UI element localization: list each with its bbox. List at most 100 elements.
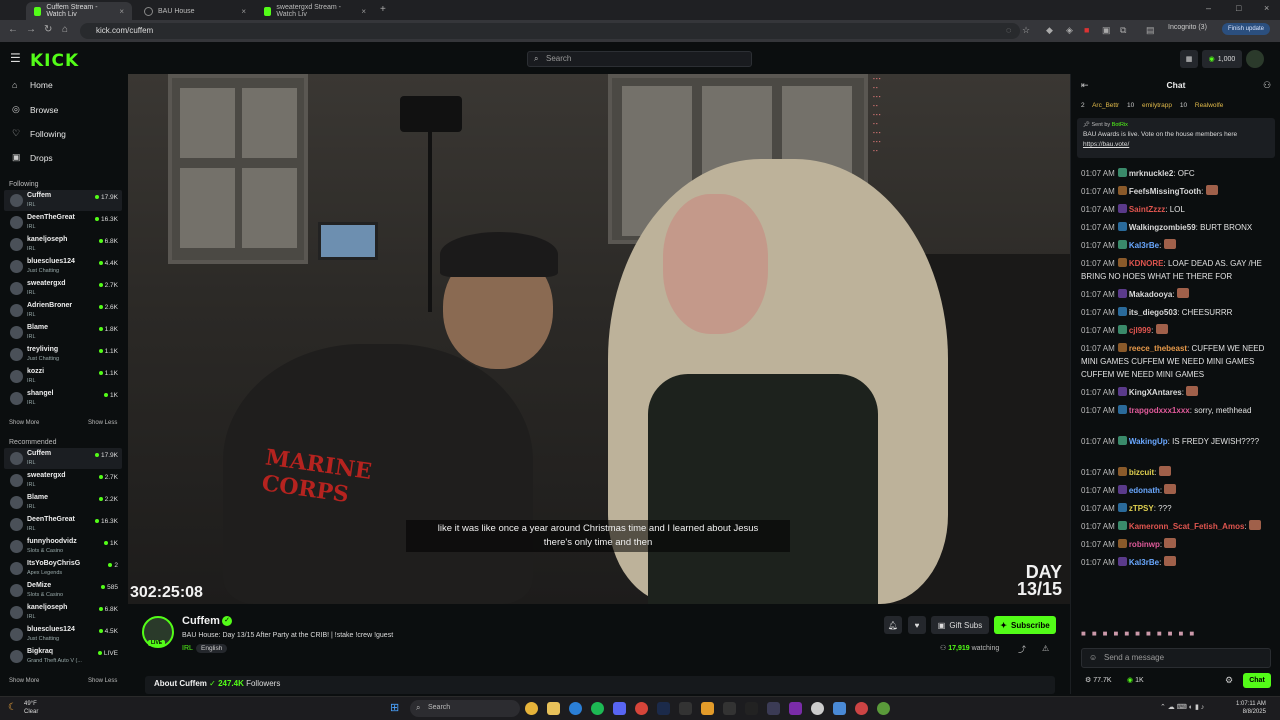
app-icon[interactable] <box>745 702 758 715</box>
user-avatar[interactable] <box>1246 50 1264 68</box>
recommended-show-more[interactable]: Show More <box>9 678 39 684</box>
chat-send-button[interactable]: Chat <box>1243 673 1271 688</box>
sidebar-channel[interactable]: kaneljoseph IRL 6.8K <box>4 234 122 255</box>
app-icon[interactable] <box>811 702 824 715</box>
finish-update-button[interactable]: Finish update <box>1222 23 1271 35</box>
sidebar-channel[interactable]: ItsYoBoyChrisG Apex Legends 2 <box>4 558 122 579</box>
incognito-indicator[interactable]: Incognito (3) <box>1168 24 1207 31</box>
message-username[interactable]: Kal3rBe <box>1129 241 1159 250</box>
sidebar-channel[interactable]: AdrienBroner IRL 2.6K <box>4 300 122 321</box>
app-icon[interactable] <box>679 702 692 715</box>
extension-icon[interactable]: ▣ <box>1102 25 1111 36</box>
sidebar-channel[interactable]: Blame IRL 2.2K <box>4 492 122 513</box>
chat-message[interactable]: 01:07 AM Kameronn_Scat_Fetish_Amos: <box>1081 520 1271 533</box>
message-username[interactable]: Kal3rBe <box>1129 558 1159 567</box>
chat-message[interactable]: 01:07 AM FeefsMissingTooth: <box>1081 185 1271 198</box>
kick-logo[interactable]: KICK <box>30 51 79 71</box>
app-icon[interactable] <box>877 702 890 715</box>
file-explorer-icon[interactable] <box>547 702 560 715</box>
sidebar-channel[interactable]: DeenTheGreat IRL 16.3K <box>4 212 122 233</box>
chat-message[interactable]: 01:07 AM KingXAntares: <box>1081 386 1271 399</box>
sidebar-channel[interactable]: funnyhoodvidz Slots & Casino 1K <box>4 536 122 557</box>
home-icon[interactable]: ⌂ <box>62 24 68 35</box>
coins-stat[interactable]: ◉ 1K <box>1127 676 1144 684</box>
puzzle-icon[interactable]: ⧉ <box>1120 25 1126 36</box>
tray-icons[interactable]: ⌃ ☁ ⌨ ◐ ▮ ♪ <box>1160 703 1204 711</box>
taskbar-search[interactable]: ⌕ Search <box>410 700 520 717</box>
maximize-icon[interactable]: □ <box>1236 3 1241 13</box>
message-username[interactable]: KingXAntares <box>1129 388 1182 397</box>
chat-message[interactable]: 01:07 AM reece_thebeast: CUFFEM WE NEED M… <box>1081 342 1271 381</box>
browser-tab-cuffem[interactable]: Cuffem Stream - Watch Liv × <box>26 2 132 20</box>
system-clock[interactable]: 1:07:11 AM 8/8/2025 <box>1236 700 1266 716</box>
settings-icon[interactable]: ⚙ <box>1225 675 1233 686</box>
chat-message[interactable]: 01:07 AM its_diego503: CHEESURRR <box>1081 306 1271 319</box>
chrome-app-icon[interactable] <box>525 702 538 715</box>
sidebar-nav-drops[interactable]: ▣ Drops <box>12 152 53 163</box>
browser-tab-sweatergxd[interactable]: sweatergxd Stream - Watch Liv × <box>256 2 374 20</box>
message-username[interactable]: Walkingzombie59 <box>1129 223 1196 232</box>
new-tab-icon[interactable]: + <box>380 4 386 15</box>
sidebar-channel[interactable]: sweatergxd IRL 2.7K <box>4 470 122 491</box>
emote-picker-icon[interactable]: ☺ <box>1089 653 1097 662</box>
message-username[interactable]: its_diego503 <box>1129 308 1177 317</box>
chat-message[interactable]: 01:07 AM bizcuit: <box>1081 466 1271 479</box>
app-icon[interactable] <box>833 702 846 715</box>
balance-button[interactable]: ◉ 1,000 <box>1202 50 1242 68</box>
message-username[interactable]: robinwp <box>1129 540 1160 549</box>
points-stat[interactable]: ⚙︎ 77.7K <box>1085 676 1112 684</box>
recommended-show-less[interactable]: Show Less <box>88 678 117 684</box>
sidebar-channel[interactable]: Blame IRL 1.8K <box>4 322 122 343</box>
chat-message[interactable]: 01:07 AM WakingUp: IS FREDY JEWISH???? <box>1081 435 1271 448</box>
message-username[interactable]: edonath <box>1129 486 1160 495</box>
message-username[interactable]: trapgodxxx1xxx <box>1129 406 1190 415</box>
windows-start-icon[interactable]: ⊞ <box>390 701 399 714</box>
sidebar-nav-browse[interactable]: ◎ Browse <box>12 104 58 115</box>
notification-bell-button[interactable]: 🔔︎ <box>884 616 902 634</box>
chat-message[interactable]: 01:07 AM zTPSY: ??? <box>1081 502 1271 515</box>
app-icon[interactable] <box>789 702 802 715</box>
app-icon[interactable] <box>723 702 736 715</box>
users-icon[interactable]: ⚇ <box>1263 80 1271 91</box>
message-username[interactable]: FeefsMissingTooth <box>1129 187 1201 196</box>
gift-subs-button[interactable]: ▣ Gift Subs <box>931 616 989 634</box>
back-arrow-icon[interactable]: ← <box>8 24 18 35</box>
star-icon[interactable]: ☆ <box>1022 25 1030 36</box>
following-show-more[interactable]: Show More <box>9 420 39 426</box>
message-username[interactable]: zTPSY <box>1129 504 1154 513</box>
app-icon[interactable] <box>855 702 868 715</box>
pinned-sender[interactable]: BotRix <box>1112 122 1128 128</box>
tab-close-icon[interactable]: × <box>361 7 366 16</box>
sidebar-channel[interactable]: treyliving Just Chatting 1.1K <box>4 344 122 365</box>
chat-message-input[interactable]: ☺ Send a message <box>1081 648 1271 668</box>
emote-bar[interactable]: ■■■■■■■■■■■ <box>1081 629 1200 638</box>
sidebar-icon[interactable]: ▤ <box>1146 25 1155 36</box>
search-input[interactable]: ⌕ Search <box>527 51 752 67</box>
message-username[interactable]: Kameronn_Scat_Fetish_Amos <box>1129 522 1245 531</box>
chat-message[interactable]: 01:07 AM trapgodxxx1xxx: sorry, methhead <box>1081 404 1271 417</box>
weather-widget[interactable]: 49°F Clear <box>24 700 38 716</box>
language-tag[interactable]: English <box>196 644 228 653</box>
sidebar-nav-home[interactable]: ⌂ Home <box>12 80 53 90</box>
app-icon[interactable] <box>635 702 648 715</box>
sidebar-channel[interactable]: bluesclues124 Just Chatting 4.4K <box>4 256 122 277</box>
sidebar-channel[interactable]: shangel IRL 1K <box>4 388 122 409</box>
edge-app-icon[interactable] <box>569 702 582 715</box>
stream-category[interactable]: IRL <box>182 645 193 652</box>
message-username[interactable]: SaintZzzz <box>1129 205 1165 214</box>
sidebar-channel[interactable]: kozzi IRL 1.1K <box>4 366 122 387</box>
pinned-link[interactable]: https://bau.vote/ <box>1083 141 1129 148</box>
extension-icon[interactable]: ◈ <box>1066 25 1073 36</box>
gifter-name[interactable]: emilytrapp <box>1142 102 1172 109</box>
message-username[interactable]: reece_thebeast <box>1129 344 1187 353</box>
report-icon[interactable]: ⚠ <box>1042 644 1049 653</box>
tab-close-icon[interactable]: × <box>119 7 124 16</box>
pinned-message[interactable]: 📌︎ Sent by BotRix BAU Awards is live. Vo… <box>1077 118 1275 158</box>
sidebar-channel[interactable]: sweatergxd IRL 2.7K <box>4 278 122 299</box>
chat-message[interactable]: 01:07 AM robinwp: <box>1081 538 1271 551</box>
message-username[interactable]: cjl999 <box>1129 326 1151 335</box>
gifter-name[interactable]: Realwolfe <box>1195 102 1224 109</box>
message-username[interactable]: Makadooya <box>1129 290 1173 299</box>
window-close-icon[interactable]: × <box>1264 3 1269 13</box>
chat-message[interactable]: 01:07 AM mrknuckle2: OFC <box>1081 167 1271 180</box>
